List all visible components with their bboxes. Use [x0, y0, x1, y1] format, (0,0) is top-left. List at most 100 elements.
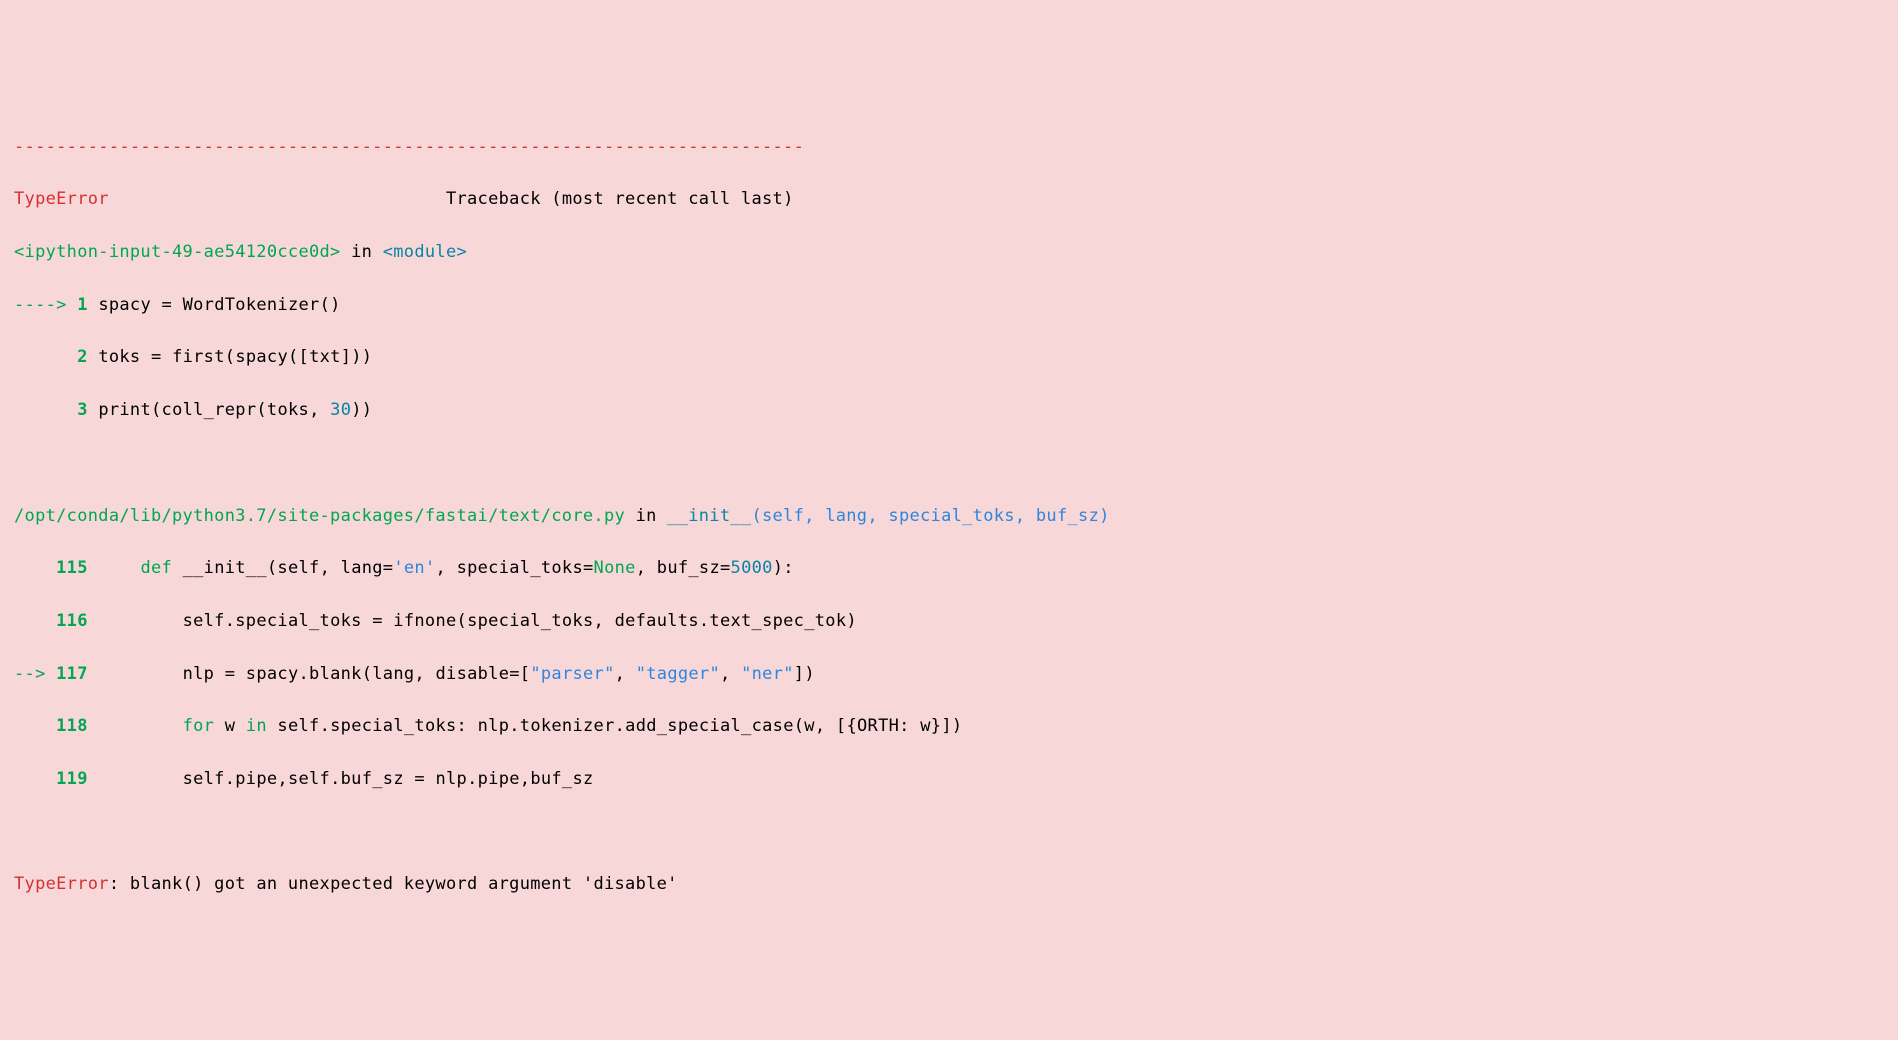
code: toks: [267, 400, 309, 420]
colon: :: [457, 716, 468, 736]
code: lang: [372, 664, 414, 684]
indent: [14, 347, 77, 367]
kw-def: def: [140, 558, 172, 578]
pad: [88, 558, 141, 578]
code: spacy: [235, 664, 298, 684]
bracket: ]: [794, 664, 805, 684]
dot: .: [298, 664, 309, 684]
code: self: [183, 611, 225, 631]
none: None: [594, 558, 636, 578]
code: self: [267, 716, 320, 736]
eq: =: [509, 664, 520, 684]
frame2-line116: 116 self.special_toks = ifnone(special_t…: [14, 608, 1884, 634]
code: pipe: [235, 769, 277, 789]
code: coll_repr: [162, 400, 257, 420]
string: "tagger": [636, 664, 720, 684]
dot: .: [320, 716, 331, 736]
paren: (: [256, 400, 267, 420]
eq: =: [225, 664, 236, 684]
colon: :: [109, 874, 130, 894]
code: w: [920, 716, 931, 736]
eq: =: [162, 295, 173, 315]
pad: [88, 400, 99, 420]
bracket: ]: [941, 716, 952, 736]
frame1-location: <ipython-input-49-ae54120cce0d>: [14, 242, 341, 262]
number: 30: [330, 400, 351, 420]
space: [467, 716, 478, 736]
bracket: [: [299, 347, 310, 367]
in-text: in: [625, 506, 667, 526]
code: pipe: [478, 769, 520, 789]
indent: [14, 611, 56, 631]
code: self: [183, 769, 225, 789]
code: nlp: [478, 716, 510, 736]
param: special_toks: [457, 558, 583, 578]
lineno: 3: [77, 400, 88, 420]
space: [731, 664, 742, 684]
pad: [88, 347, 99, 367]
traceback-label: Traceback (most recent call last): [446, 189, 794, 209]
error-type: TypeError: [14, 189, 109, 209]
paren: ): [330, 295, 341, 315]
code: buf_sz: [530, 769, 593, 789]
eq: =: [720, 558, 731, 578]
pad: [88, 295, 99, 315]
dot: .: [330, 769, 341, 789]
paren: ): [351, 400, 362, 420]
colon: :: [783, 558, 794, 578]
space: [446, 558, 457, 578]
lineno: 1: [77, 295, 88, 315]
comma: ,: [277, 769, 288, 789]
number: 5000: [731, 558, 773, 578]
code: nlp: [183, 664, 225, 684]
paren: (: [457, 611, 468, 631]
paren: (: [151, 400, 162, 420]
dot: .: [225, 769, 236, 789]
code: special_toks: [467, 611, 593, 631]
pad: [88, 769, 183, 789]
comma: ,: [636, 558, 647, 578]
code: w: [804, 716, 815, 736]
space: [330, 558, 341, 578]
error-message: blank() got an unexpected keyword argume…: [130, 874, 678, 894]
paren: ): [804, 664, 815, 684]
space: [320, 400, 331, 420]
frame1-line1: ----> 1 spacy = WordTokenizer(): [14, 292, 1884, 318]
frame1-module: <module>: [383, 242, 467, 262]
code: first: [162, 347, 225, 367]
in-text: in: [341, 242, 383, 262]
code: WordTokenizer: [172, 295, 320, 315]
paren: ): [846, 611, 857, 631]
eq: =: [583, 558, 594, 578]
bracket: [: [520, 664, 531, 684]
paren: (: [794, 716, 805, 736]
frame2-line117: --> 117 nlp = spacy.blank(lang, disable=…: [14, 661, 1884, 687]
dot: .: [467, 769, 478, 789]
comma: ,: [414, 664, 425, 684]
code: defaults: [615, 611, 699, 631]
code: buf_sz: [341, 769, 415, 789]
eq: =: [414, 769, 425, 789]
dot: .: [225, 611, 236, 631]
frame2-args: (self, lang, special_toks, buf_sz): [751, 506, 1109, 526]
code: nlp: [425, 769, 467, 789]
frame2-location-line: /opt/conda/lib/python3.7/site-packages/f…: [14, 503, 1884, 529]
comma: ,: [815, 716, 826, 736]
comma: ,: [593, 611, 604, 631]
code: print: [98, 400, 151, 420]
blank-line: [14, 450, 1884, 476]
lineno: 2: [77, 347, 88, 367]
space: [825, 716, 836, 736]
paren: ): [362, 400, 373, 420]
eq: =: [151, 347, 162, 367]
comma: ,: [320, 558, 331, 578]
frame2-line118: 118 for w in self.special_toks: nlp.toke…: [14, 713, 1884, 739]
comma: ,: [720, 664, 731, 684]
paren: ): [952, 716, 963, 736]
bracket: ]: [341, 347, 352, 367]
indent: [14, 716, 56, 736]
error-header-line: TypeError Traceback (most recent call la…: [14, 186, 1884, 212]
paren: (: [267, 558, 278, 578]
paren: (: [288, 347, 299, 367]
frame2-func: __init__: [667, 506, 751, 526]
